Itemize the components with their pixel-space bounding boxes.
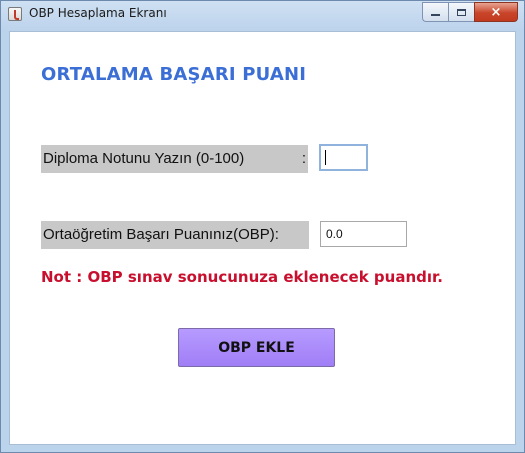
page-title: ORTALAMA BAŞARI PUANI — [41, 64, 307, 85]
minimize-icon — [431, 14, 440, 16]
title-bar[interactable]: OBP Hesaplama Ekranı × — [1, 1, 524, 29]
window-controls: × — [422, 2, 518, 22]
app-window: OBP Hesaplama Ekranı × ORTALAMA BAŞARI P… — [0, 0, 525, 453]
diploma-input[interactable] — [319, 144, 368, 171]
minimize-button[interactable] — [422, 2, 448, 22]
close-icon: × — [490, 4, 502, 20]
close-button[interactable]: × — [474, 2, 518, 22]
note-text: Not : OBP sınav sonucunuza eklenecek pua… — [41, 268, 443, 286]
content-panel: ORTALAMA BAŞARI PUANI Diploma Notunu Yaz… — [9, 31, 516, 445]
maximize-button[interactable] — [448, 2, 474, 22]
obp-result-field[interactable]: 0.0 — [320, 221, 407, 247]
diploma-label-box: Diploma Notunu Yazın (0-100) : — [41, 145, 308, 173]
text-caret — [325, 150, 326, 165]
maximize-icon — [457, 8, 466, 16]
diploma-colon: : — [301, 150, 306, 167]
obp-ekle-button[interactable]: OBP EKLE — [178, 328, 335, 367]
window-title: OBP Hesaplama Ekranı — [29, 6, 167, 20]
java-cup-icon — [8, 7, 22, 21]
obp-label: Ortaöğretim Başarı Puanınız(OBP): — [41, 221, 309, 249]
diploma-label: Diploma Notunu Yazın (0-100) — [43, 150, 245, 167]
